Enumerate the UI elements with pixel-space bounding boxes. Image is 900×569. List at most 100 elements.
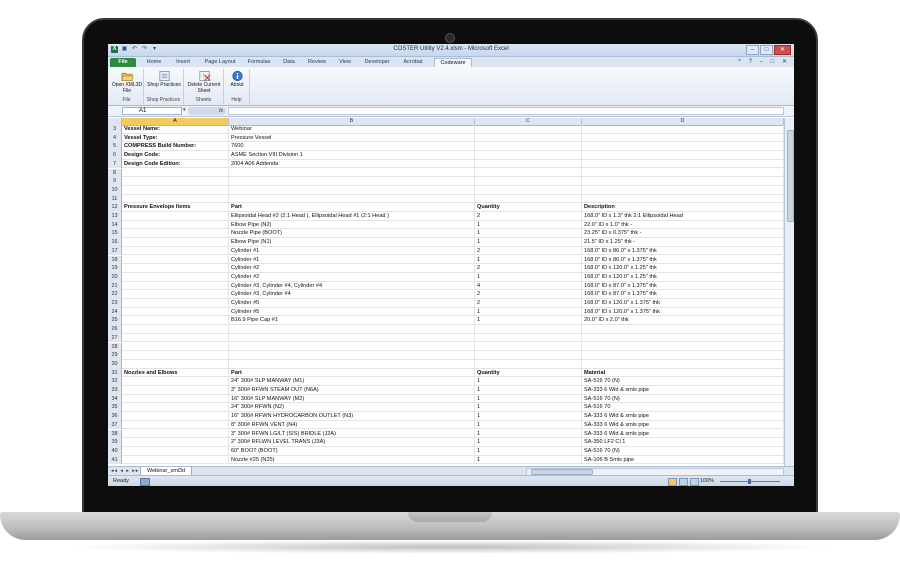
cell-d[interactable]: SA-516 70 (N) <box>582 394 784 404</box>
about-button[interactable]: About <box>225 70 249 89</box>
tab-codeware[interactable]: Codeware <box>434 58 472 67</box>
cell-d[interactable]: SA-350 LF2 Cl 1 <box>582 438 784 447</box>
cell-d[interactable] <box>582 333 784 343</box>
macro-record-icon[interactable] <box>140 478 150 486</box>
row-header[interactable]: 19 <box>108 264 122 273</box>
select-all-corner[interactable] <box>108 118 122 125</box>
cell-a[interactable] <box>122 325 229 334</box>
cell-c[interactable]: 1 <box>475 412 582 421</box>
cell-c[interactable]: 1 <box>475 272 582 282</box>
cell-b[interactable]: Nozzle Pipe (BOOT) <box>229 229 475 239</box>
cell-c[interactable] <box>475 168 582 178</box>
cell-c[interactable]: 1 <box>475 429 582 439</box>
tab-insert[interactable]: Insert <box>170 58 196 67</box>
tab-view[interactable]: View <box>334 58 356 67</box>
cell-a[interactable] <box>122 299 229 308</box>
row-header[interactable]: 37 <box>108 420 122 430</box>
cell-a[interactable]: Pressure Envelope Items <box>122 203 229 212</box>
row-header[interactable]: 38 <box>108 429 122 439</box>
cell-c[interactable]: 1 <box>475 446 582 456</box>
cell-d[interactable]: Material <box>582 368 784 378</box>
cell-a[interactable] <box>122 333 229 343</box>
cell-b[interactable]: 24" 300# RFWN (N2) <box>229 403 475 413</box>
row-header[interactable]: 26 <box>108 325 122 334</box>
cell-d[interactable]: 20.0" ID x 2.0" thk <box>582 316 784 326</box>
vertical-scrollbar[interactable] <box>784 118 794 466</box>
cell-c[interactable] <box>475 342 582 352</box>
normal-view-button[interactable] <box>668 478 677 486</box>
cell-d[interactable] <box>582 325 784 334</box>
zoom-level[interactable]: 100% <box>700 476 714 486</box>
cell-c[interactable] <box>475 177 582 186</box>
cell-d[interactable]: 168.0" ID x 86.0" x 1.375" thk <box>582 255 784 265</box>
tab-home[interactable]: Home <box>141 58 167 67</box>
cell-b[interactable] <box>229 342 475 352</box>
cell-c[interactable] <box>475 151 582 160</box>
tab-acrobat[interactable]: Acrobat <box>398 58 428 67</box>
cell-a[interactable] <box>122 420 229 430</box>
cell-c[interactable]: 1 <box>475 438 582 447</box>
tab-page-layout[interactable]: Page Layout <box>200 58 240 67</box>
cell-b[interactable]: Part <box>229 368 475 378</box>
zoom-slider-knob[interactable] <box>748 479 751 484</box>
cell-a[interactable]: Design Code: <box>122 151 229 160</box>
formula-input[interactable] <box>228 107 784 115</box>
cell-c[interactable] <box>475 125 582 134</box>
cell-c[interactable]: 1 <box>475 229 582 239</box>
cell-c[interactable] <box>475 185 582 195</box>
row-header[interactable]: 34 <box>108 394 122 404</box>
cell-d[interactable]: SA-333 6 Wld & smls pipe <box>582 412 784 421</box>
row-header[interactable]: 17 <box>108 246 122 256</box>
cell-c[interactable] <box>475 351 582 360</box>
cell-a[interactable] <box>122 386 229 395</box>
cell-d[interactable]: SA-333 6 Wld & smls pipe <box>582 420 784 430</box>
cell-a[interactable]: Nozzles and Elbows <box>122 368 229 378</box>
cell-d[interactable]: 168.0" ID x 87.0" x 1.375" thk <box>582 290 784 299</box>
cell-b[interactable]: 16" 300# SLP MANWAY (M2) <box>229 394 475 404</box>
tab-data[interactable]: Data <box>278 58 300 67</box>
cell-c[interactable]: 1 <box>475 403 582 413</box>
cell-b[interactable]: 2004 A06 Addenda <box>229 159 475 169</box>
row-header[interactable]: 40 <box>108 446 122 456</box>
cell-d[interactable] <box>582 177 784 186</box>
cell-c[interactable] <box>475 133 582 143</box>
cell-c[interactable] <box>475 333 582 343</box>
chevron-down-icon[interactable]: ▾ <box>183 107 186 113</box>
cell-a[interactable] <box>122 446 229 456</box>
cell-b[interactable]: 16" 300# RFWN HYDROCARBON OUTLET (N3) <box>229 412 475 421</box>
cell-b[interactable]: Elbow Pipe (N2) <box>229 220 475 230</box>
cell-a[interactable] <box>122 438 229 447</box>
row-header[interactable]: 25 <box>108 316 122 326</box>
ribbon-help-controls[interactable]: ^ ? – □ ✕ <box>738 58 790 65</box>
cell-d[interactable]: SA-516 70 <box>582 403 784 413</box>
cell-b[interactable] <box>229 333 475 343</box>
cell-b[interactable] <box>229 194 475 204</box>
cell-d[interactable]: Description <box>582 203 784 212</box>
cell-b[interactable]: Ellipsoidal Head #2 (2:1 Head ), Ellipso… <box>229 212 475 221</box>
cell-c[interactable] <box>475 159 582 169</box>
cell-c[interactable] <box>475 194 582 204</box>
cell-b[interactable] <box>229 168 475 178</box>
cell-b[interactable]: Cylinder #5 <box>229 299 475 308</box>
row-header[interactable]: 4 <box>108 133 122 143</box>
row-header[interactable]: 8 <box>108 168 122 178</box>
cell-a[interactable] <box>122 290 229 299</box>
cell-c[interactable]: 2 <box>475 290 582 299</box>
row-header[interactable]: 16 <box>108 238 122 247</box>
cell-d[interactable] <box>582 342 784 352</box>
open-xml3d-file-button[interactable]: Open XML3D File <box>111 70 143 94</box>
row-header[interactable]: 30 <box>108 359 122 369</box>
row-header[interactable]: 41 <box>108 455 122 465</box>
cell-c[interactable]: Quantity <box>475 368 582 378</box>
row-header[interactable]: 32 <box>108 377 122 386</box>
cell-d[interactable]: 168.0" ID x 120.0" x 1.25" thk <box>582 272 784 282</box>
cell-a[interactable] <box>122 412 229 421</box>
cell-a[interactable] <box>122 316 229 326</box>
cell-c[interactable]: Quantity <box>475 203 582 212</box>
cell-b[interactable]: Nozzle #25 (N25) <box>229 455 475 465</box>
cell-a[interactable] <box>122 429 229 439</box>
column-header-d[interactable]: D <box>582 118 784 125</box>
cell-a[interactable] <box>122 168 229 178</box>
cell-b[interactable] <box>229 177 475 186</box>
cell-a[interactable] <box>122 255 229 265</box>
